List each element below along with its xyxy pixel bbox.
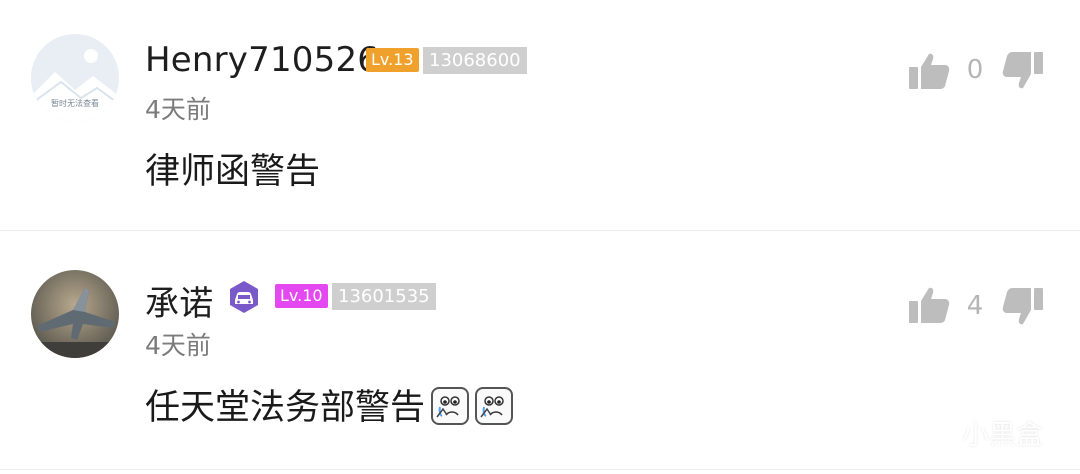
thumbs-up-icon[interactable] <box>908 50 950 92</box>
level-badge: Lv.13 <box>366 48 419 72</box>
thumbs-up-icon[interactable] <box>908 284 950 326</box>
like-count: 4 <box>966 291 984 321</box>
like-count: 0 <box>966 55 984 85</box>
watermark-text: 小黑盒 <box>962 420 1043 451</box>
avatar[interactable] <box>31 270 119 358</box>
username[interactable]: 承诺 <box>145 276 213 325</box>
user-id-badge: 13601535 <box>332 283 436 310</box>
username[interactable]: Henry710526 <box>145 40 379 80</box>
timestamp: 4天前 <box>145 95 211 124</box>
watermark: 小黑盒 <box>922 410 1062 452</box>
avatar[interactable]: 暂时无法查看 <box>31 34 119 122</box>
avatar-placeholder-text: 暂时无法查看 <box>51 99 99 108</box>
timestamp: 4天前 <box>145 331 211 360</box>
comment-item: 暂时无法查看 Henry710526 Lv.13 13068600 4天前 律师… <box>0 0 1080 230</box>
comment-text: 律师函警告 <box>145 152 321 192</box>
comment-text-body: 任天堂法务部警告 <box>145 388 426 428</box>
divider <box>0 469 1080 470</box>
heybox-logo-icon <box>923 414 955 448</box>
crying-emoji-icon <box>431 387 470 425</box>
user-id-badge: 13068600 <box>423 47 527 74</box>
car-badge-icon <box>230 281 258 313</box>
comment-item: 承诺 Lv.10 13601535 4天前 任天堂法务部警告 4 <box>0 231 1080 469</box>
level-badge: Lv.10 <box>275 284 328 308</box>
comment-text: 任天堂法务部警告 <box>145 379 514 430</box>
thumbs-down-icon[interactable] <box>1002 286 1044 328</box>
thumbs-down-icon[interactable] <box>1002 50 1044 92</box>
jet-avatar-icon <box>31 270 119 358</box>
crying-emoji-icon <box>475 387 514 425</box>
